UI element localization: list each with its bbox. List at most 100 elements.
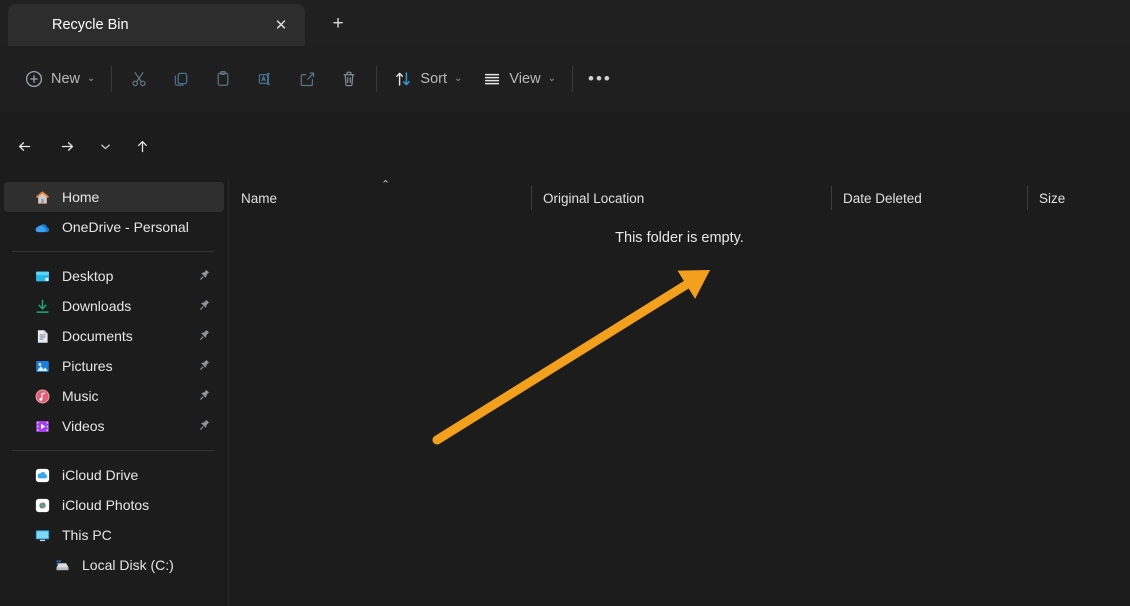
documents-icon [34,328,51,345]
file-list-pane[interactable]: ⌃ Name Original Location Date Deleted Si… [229,178,1130,606]
more-options-button[interactable]: ••• [579,61,621,97]
share-button[interactable] [286,61,328,97]
up-button[interactable] [125,129,159,163]
pin-icon[interactable] [197,328,212,343]
recent-locations-button[interactable] [90,129,120,163]
onedrive-icon [34,219,51,236]
sidebar-item-onedrive[interactable]: OneDrive - Personal [4,212,224,242]
sidebar-item-label: Pictures [62,358,113,374]
desktop-icon [34,268,51,285]
sidebar-item-label: Videos [62,418,105,434]
chevron-down-icon: ⌄ [87,74,95,84]
pin-icon[interactable] [197,298,212,313]
scissors-icon [129,69,149,89]
sidebar-item-label: Documents [62,328,133,344]
pin-icon[interactable] [197,418,212,433]
sidebar-item-label: iCloud Photos [62,497,149,513]
sidebar-item-pictures[interactable]: Pictures [4,351,224,381]
cut-button[interactable] [118,61,160,97]
downloads-icon [34,298,51,315]
sidebar-item-label: Local Disk (C:) [82,557,174,573]
this-pc-icon [34,527,51,544]
sort-button[interactable]: Sort ⌄ [383,61,472,97]
new-button-label: New [51,71,80,87]
pin-icon[interactable] [197,388,212,403]
sidebar-item-icloud-drive[interactable]: iCloud Drive [4,460,224,490]
sidebar-item-downloads[interactable]: Downloads [4,291,224,321]
sidebar-divider-1 [12,251,214,252]
plus-circle-icon [24,69,44,89]
column-header-date-deleted[interactable]: Date Deleted [831,178,1027,218]
tab-label: Recycle Bin [52,17,267,33]
videos-icon [34,418,51,435]
sidebar-item-label: Music [62,388,99,404]
empty-folder-message: This folder is empty. [229,230,1130,246]
column-header-name[interactable]: ⌃ Name [229,178,531,218]
column-divider[interactable] [531,186,532,210]
recycle-bin-icon [22,16,40,34]
chevron-down-icon: ⌄ [454,74,462,84]
pin-icon[interactable] [197,268,212,283]
sidebar-item-desktop[interactable]: Desktop [4,261,224,291]
column-header-label: Date Deleted [843,191,922,206]
icloud-photos-icon [34,497,51,514]
sidebar-item-label: This PC [62,527,112,543]
sidebar-item-videos[interactable]: Videos [4,411,224,441]
new-tab-button[interactable]: + [322,9,354,39]
column-divider[interactable] [1027,186,1028,210]
sidebar-item-icloud-photos[interactable]: iCloud Photos [4,490,224,520]
sort-icon [393,69,413,89]
back-button[interactable] [7,129,41,163]
sort-ascending-caret: ⌃ [381,180,390,191]
column-header-label: Size [1039,191,1065,206]
sidebar-item-home[interactable]: Home [4,182,224,212]
paste-icon [213,69,233,89]
sidebar-item-music[interactable]: Music [4,381,224,411]
tab-recycle-bin[interactable]: Recycle Bin ✕ [8,4,305,46]
sidebar-divider-2 [12,450,214,451]
copy-icon [171,69,191,89]
forward-button[interactable] [50,129,84,163]
sidebar-item-label: Downloads [62,298,131,314]
rename-button[interactable] [244,61,286,97]
view-button[interactable]: View ⌄ [472,61,566,97]
sidebar-item-label: OneDrive - Personal [62,219,189,235]
share-icon [297,69,317,89]
toolbar-divider-2 [376,66,377,92]
delete-button[interactable] [328,61,370,97]
new-button[interactable]: New ⌄ [14,61,105,97]
pictures-icon [34,358,51,375]
sidebar-item-label: Desktop [62,268,113,284]
sidebar-item-label: iCloud Drive [62,467,138,483]
view-icon [482,69,502,89]
paste-button[interactable] [202,61,244,97]
copy-button[interactable] [160,61,202,97]
tab-strip: Recycle Bin ✕ + [0,0,1130,46]
column-headers: ⌃ Name Original Location Date Deleted Si… [229,178,1130,218]
view-button-label: View [509,71,540,87]
toolbar-divider-1 [111,66,112,92]
column-divider[interactable] [831,186,832,210]
icloud-drive-icon [34,467,51,484]
annotation-arrow [437,270,710,440]
navigation-pane[interactable]: Home OneDrive - Personal Desktop [0,178,228,606]
close-icon[interactable]: ✕ [267,11,295,39]
sidebar-item-label: Home [62,189,99,205]
pin-icon[interactable] [197,358,212,373]
chevron-down-icon: ⌄ [548,74,556,84]
local-disk-icon [54,557,71,574]
column-header-size[interactable]: Size [1027,178,1130,218]
home-icon [34,189,51,206]
ellipsis-icon: ••• [588,75,612,84]
navigation-row: › Recycle Bin Search Recycle Bin [0,120,1130,174]
sidebar-item-documents[interactable]: Documents [4,321,224,351]
sidebar-item-this-pc[interactable]: This PC [4,520,224,550]
sort-button-label: Sort [420,71,447,87]
rename-icon [255,69,275,89]
column-header-label: Original Location [543,191,644,206]
music-icon [34,388,51,405]
column-header-original-location[interactable]: Original Location [531,178,831,218]
sidebar-item-local-disk-c[interactable]: Local Disk (C:) [4,550,224,580]
column-header-label: Name [241,191,277,206]
command-bar: New ⌄ [0,46,1130,112]
